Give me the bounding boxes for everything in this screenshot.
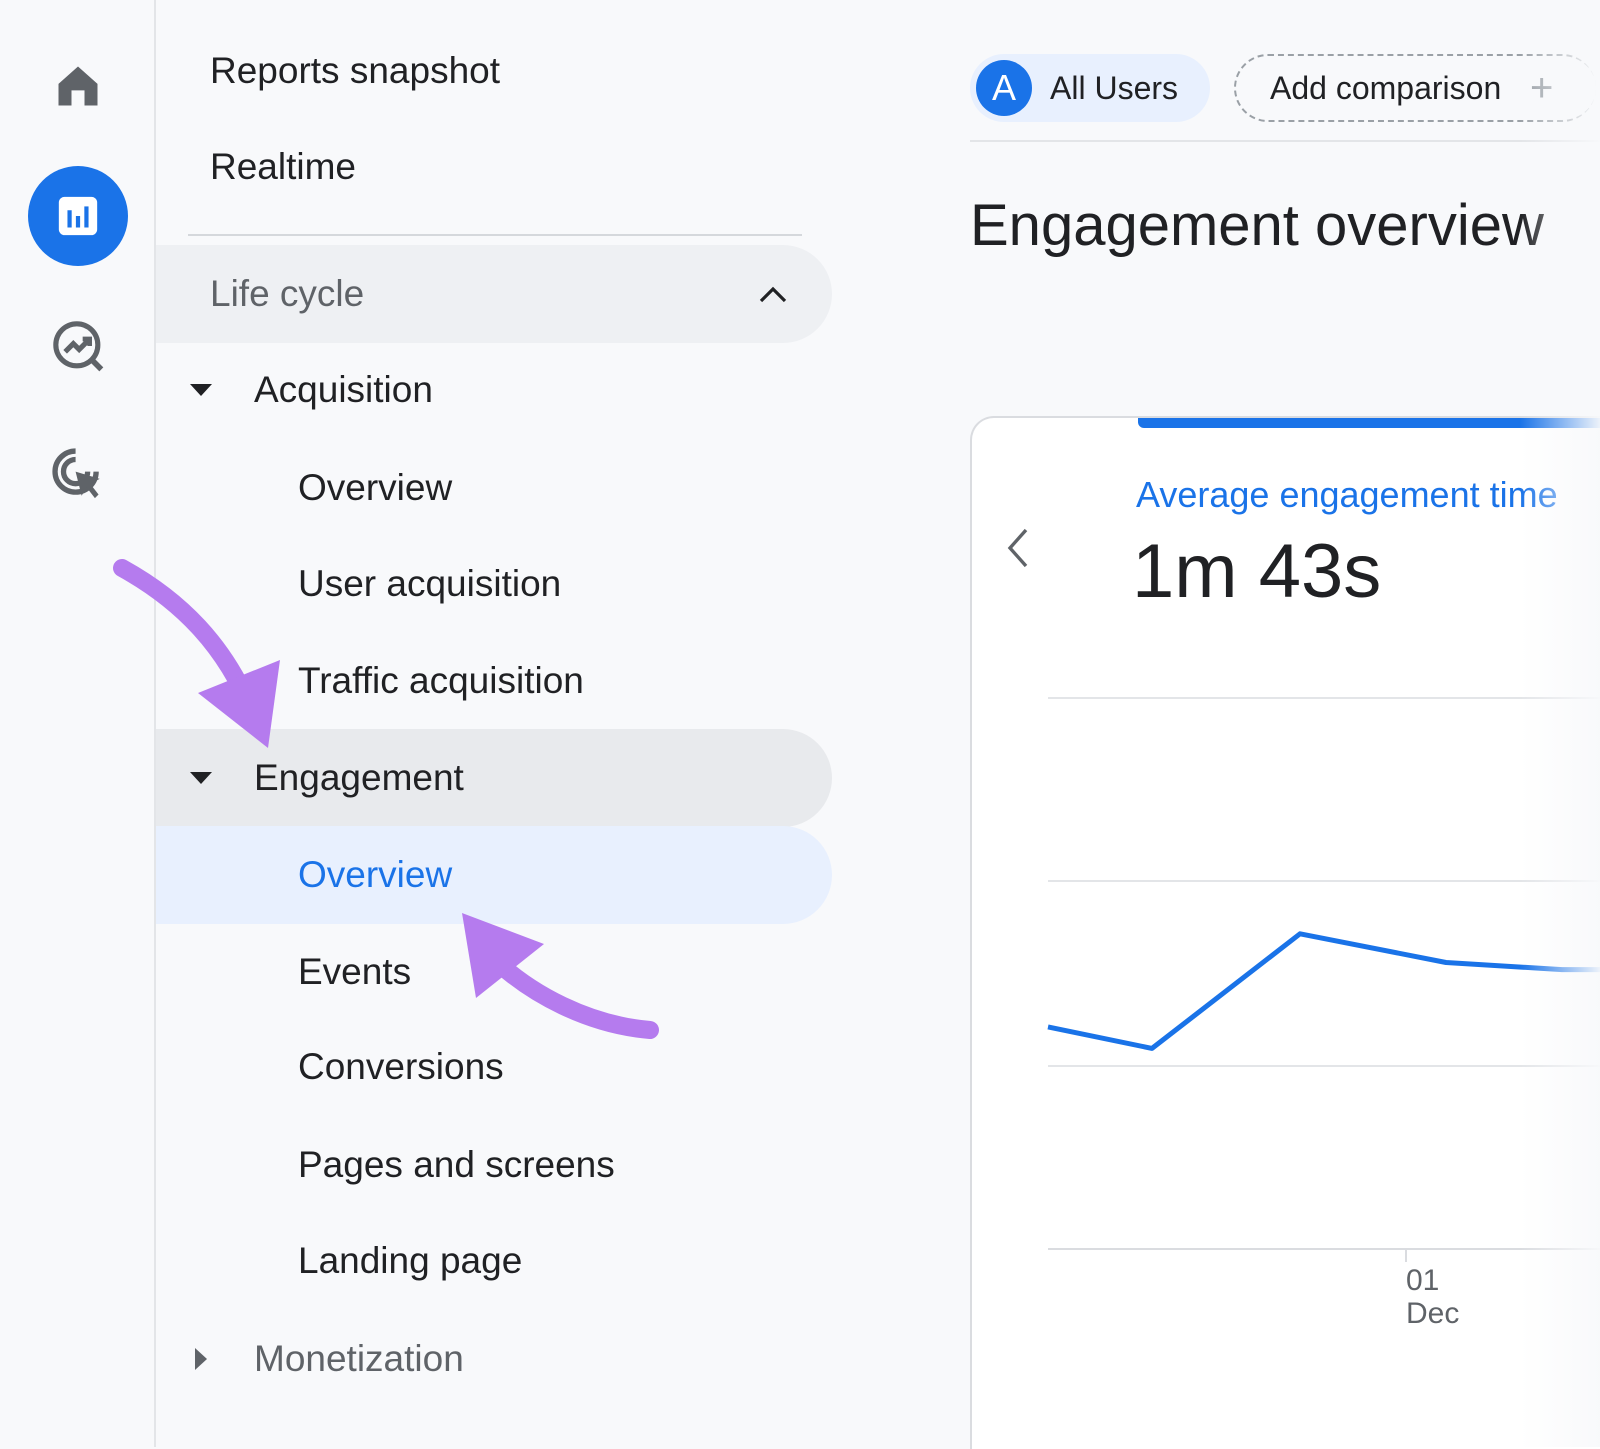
nav-user-acquisition[interactable]: User acquisition — [156, 535, 832, 633]
icon-rail — [0, 0, 156, 1447]
x-tick-day: 01 — [1406, 1264, 1439, 1297]
nav-engagement-overview[interactable]: Overview — [156, 826, 832, 924]
nav-pages-and-screens[interactable]: Pages and screens — [156, 1116, 832, 1214]
caret-down-icon — [186, 729, 216, 827]
metric-card: Average engagement time 1m 43s 01 Dec — [970, 416, 1600, 1449]
nav-item-label: User acquisition — [298, 563, 562, 604]
nav-item-label: Pages and screens — [298, 1144, 615, 1185]
nav-reports-snapshot-label: Reports snapshot — [210, 50, 501, 91]
nav-realtime[interactable]: Realtime — [156, 118, 832, 216]
caret-down-icon — [186, 341, 216, 439]
add-comparison-label: Add comparison — [1270, 70, 1502, 106]
nav-group-engagement[interactable]: Engagement — [156, 729, 832, 827]
chevron-up-icon — [758, 245, 788, 343]
nav-events[interactable]: Events — [156, 923, 832, 1021]
advertising-icon — [52, 448, 100, 499]
home-icon — [58, 66, 98, 106]
monetization-label: Monetization — [254, 1338, 464, 1379]
nav-realtime-label: Realtime — [210, 146, 356, 187]
life-cycle-label: Life cycle — [210, 273, 365, 314]
nav-item-label: Conversions — [298, 1046, 504, 1087]
home-button[interactable] — [28, 36, 128, 136]
x-tick-month: Dec — [1406, 1297, 1459, 1330]
nav-item-label: Events — [298, 951, 412, 992]
advertising-button[interactable] — [28, 424, 128, 524]
caret-right-icon — [186, 1310, 216, 1408]
explore-icon — [53, 321, 104, 372]
right-edge-fade — [1520, 0, 1600, 1447]
nav-reports-snapshot[interactable]: Reports snapshot — [156, 22, 832, 120]
nav-traffic-acquisition[interactable]: Traffic acquisition — [156, 632, 832, 730]
reports-icon — [58, 196, 98, 236]
nav-landing-page[interactable]: Landing page — [156, 1212, 832, 1310]
engagement-line-chart: 01 Dec — [1047, 697, 1600, 1330]
segment-avatar: A — [976, 60, 1032, 116]
nav-section-life-cycle[interactable]: Life cycle — [156, 245, 832, 343]
engagement-label: Engagement — [254, 757, 464, 798]
nav-group-acquisition[interactable]: Acquisition — [156, 341, 832, 439]
series-line — [1047, 931, 1600, 1051]
nav-item-label: Overview — [298, 854, 453, 895]
nav-conversions[interactable]: Conversions — [156, 1018, 832, 1116]
reports-nav: Reports snapshot Realtime Life cycle Acq… — [156, 0, 836, 1447]
segment-label: All Users — [1050, 70, 1179, 106]
nav-acquisition-overview[interactable]: Overview — [156, 439, 832, 537]
nav-divider — [188, 234, 802, 236]
nav-item-label: Landing page — [298, 1240, 523, 1281]
nav-group-monetization[interactable]: Monetization — [156, 1310, 832, 1408]
main-content: A All Users Add comparison + Engagement … — [946, 0, 1600, 1449]
nav-item-label: Overview — [298, 467, 453, 508]
header-divider — [970, 140, 1600, 142]
acquisition-label: Acquisition — [254, 369, 433, 410]
nav-item-label: Traffic acquisition — [298, 660, 584, 701]
segment-chip-all-users[interactable]: A All Users — [970, 54, 1210, 122]
reports-button[interactable] — [28, 166, 128, 266]
page-title: Engagement overview — [970, 193, 1544, 258]
explore-button[interactable] — [28, 296, 128, 396]
